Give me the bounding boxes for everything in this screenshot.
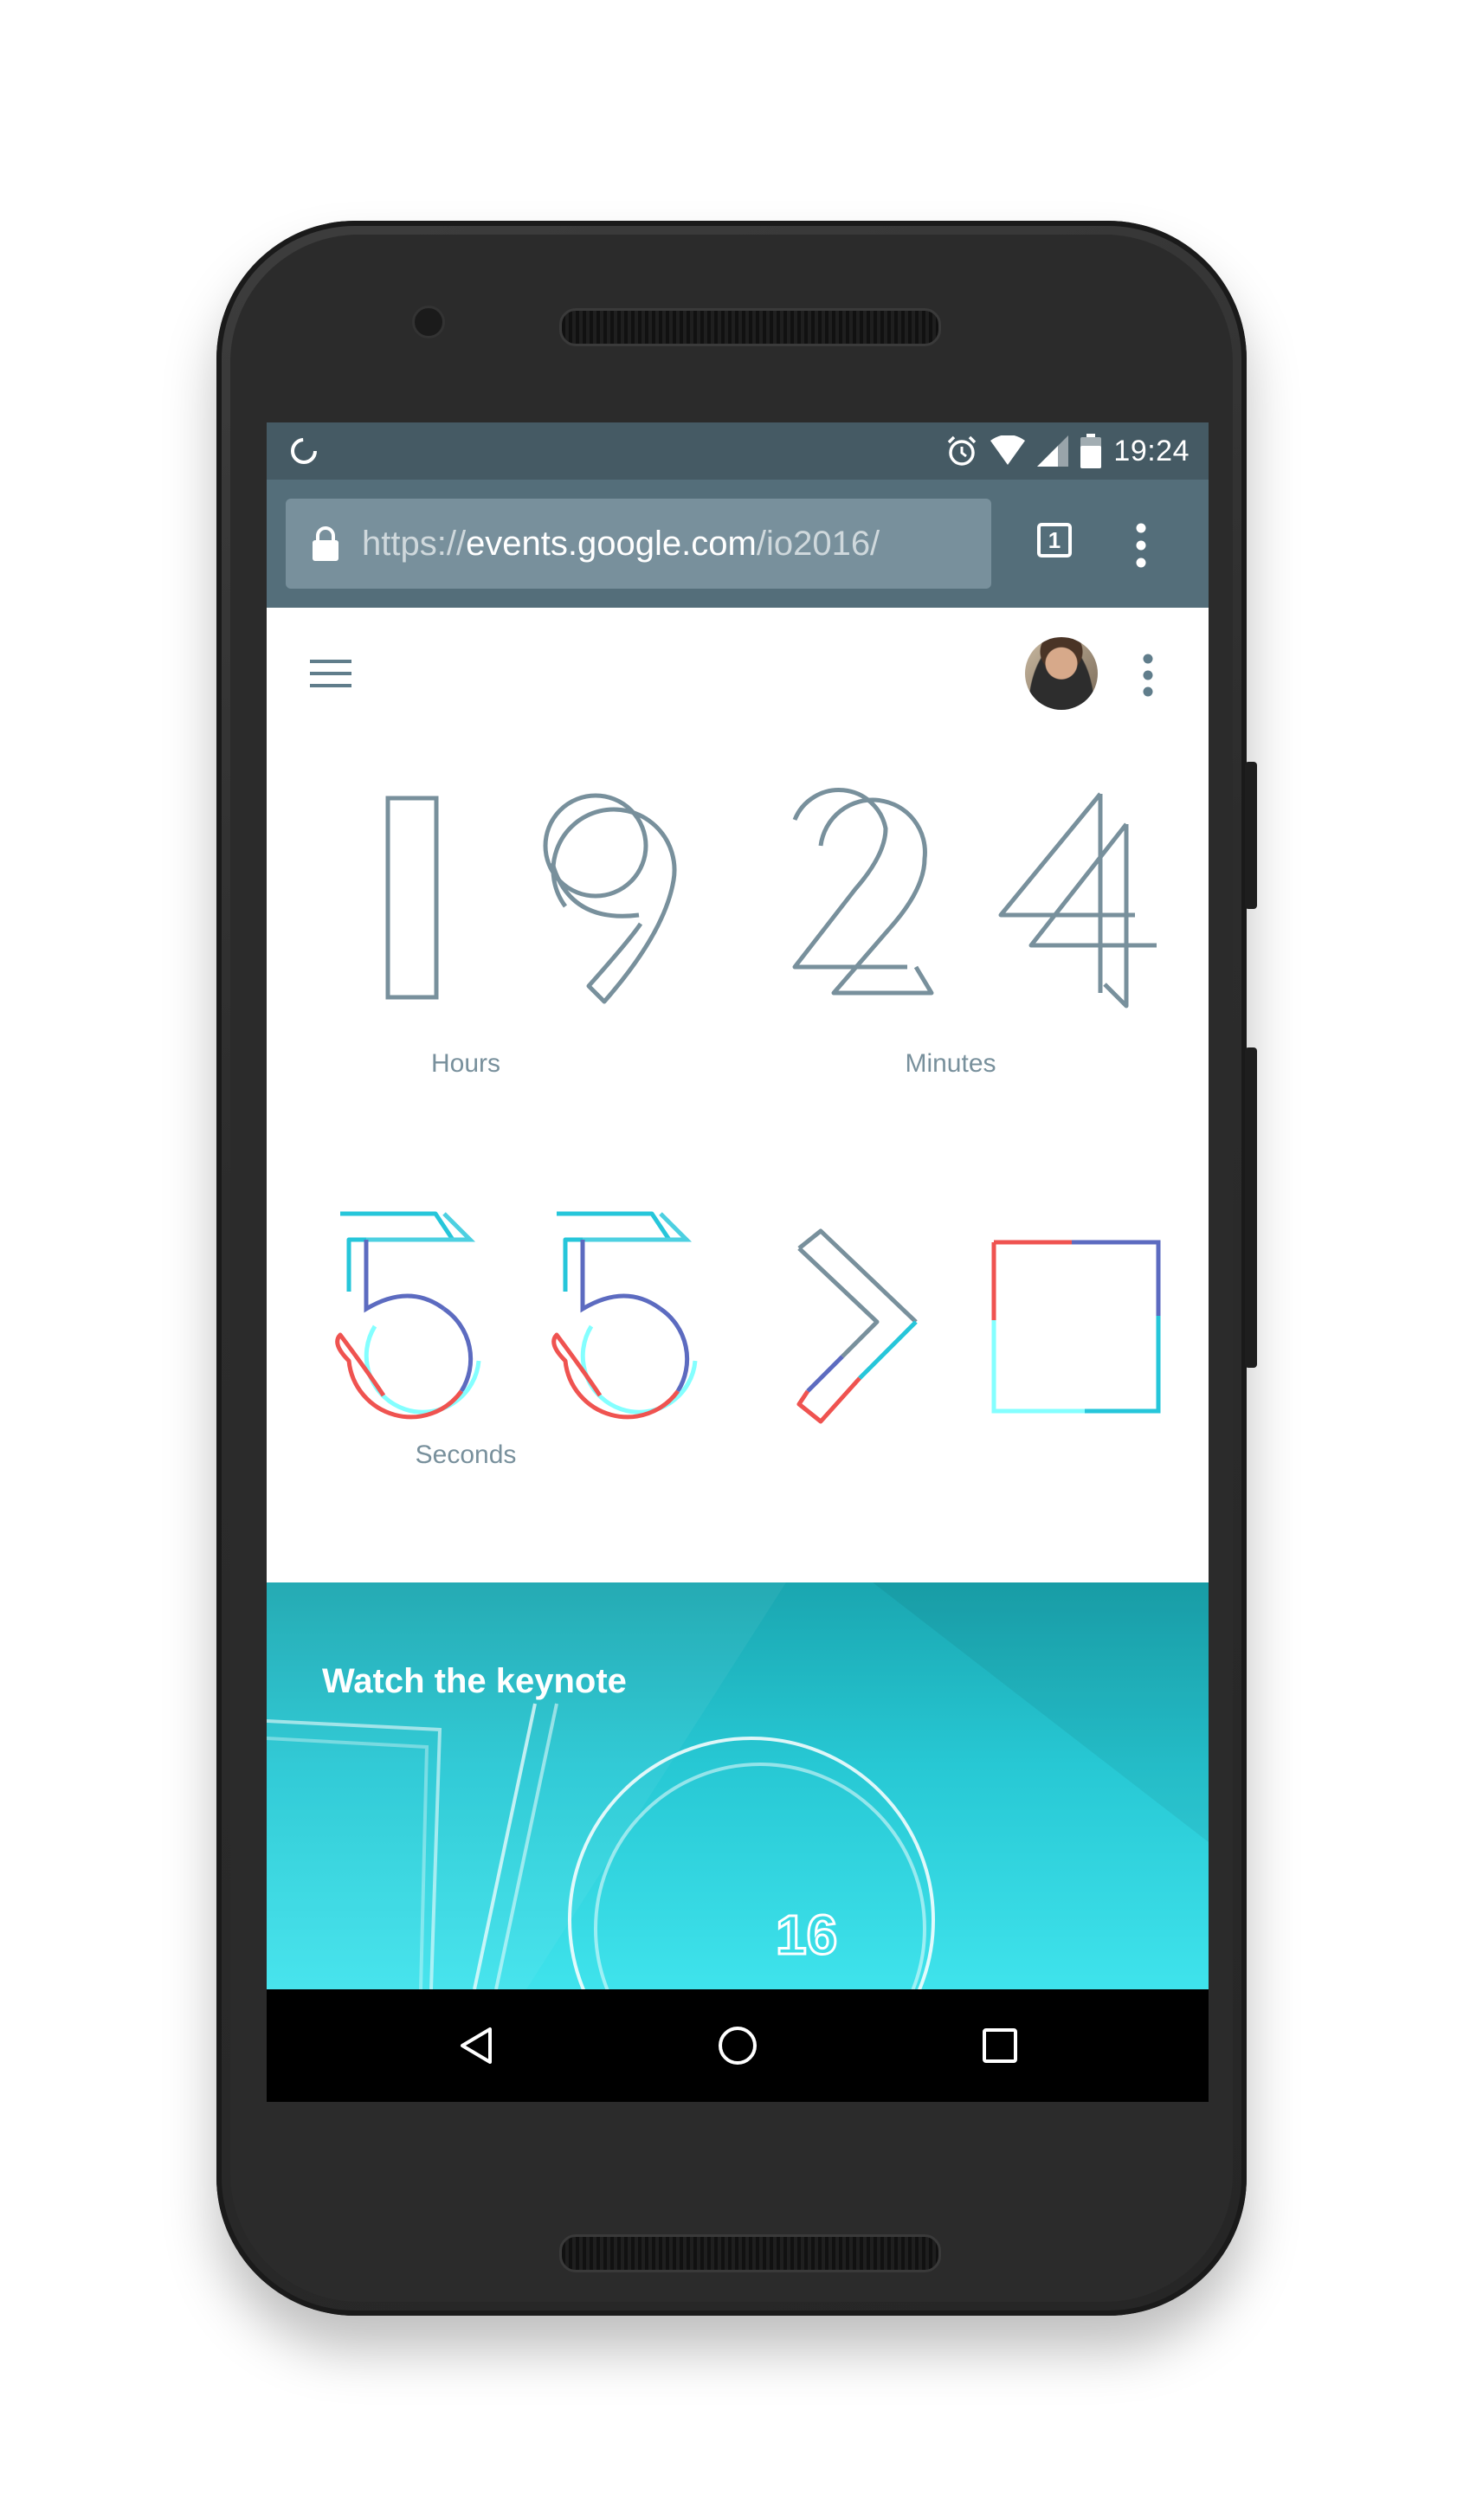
wifi-icon bbox=[990, 435, 1026, 465]
io-logo-graphic bbox=[267, 1582, 1209, 1989]
url-text: https://events.google.com/io2016/ bbox=[362, 525, 880, 564]
tab-count: 1 bbox=[1048, 526, 1061, 553]
site-header bbox=[267, 608, 1209, 738]
io16-badge: 16 bbox=[774, 1903, 838, 1968]
hours-digit-2: 9 bbox=[543, 793, 677, 1004]
url-host: events.google.com bbox=[466, 524, 757, 563]
overflow-menu-icon[interactable] bbox=[1141, 653, 1155, 698]
clock-time: 19:24 bbox=[1113, 434, 1190, 467]
seconds-digit-2: 5 bbox=[551, 1211, 698, 1420]
cellular-signal-icon bbox=[1037, 435, 1069, 467]
chevron-shape-icon bbox=[796, 1228, 918, 1424]
hours-label: Hours bbox=[430, 1049, 501, 1078]
front-camera bbox=[412, 306, 445, 338]
seconds-label: Seconds bbox=[415, 1440, 517, 1469]
home-icon[interactable] bbox=[716, 2024, 759, 2067]
tab-switcher-button[interactable]: 1 bbox=[1037, 523, 1072, 557]
volume-button bbox=[1245, 1047, 1257, 1368]
minutes-digit-1: 2 bbox=[792, 788, 934, 996]
phone-screen: 19:24 https://events.google.com/io2016/ … bbox=[267, 422, 1209, 2102]
recents-icon[interactable] bbox=[978, 2024, 1022, 2067]
user-avatar[interactable] bbox=[1025, 637, 1098, 710]
hamburger-menu-icon[interactable] bbox=[310, 658, 351, 689]
countdown-timer: 1 9 2 4 Hours Minutes 5 bbox=[267, 738, 1209, 1603]
lock-icon bbox=[313, 526, 338, 561]
minutes-label: Minutes bbox=[905, 1049, 996, 1078]
keynote-title: Watch the keynote bbox=[322, 1662, 627, 1700]
browser-toolbar: https://events.google.com/io2016/ 1 bbox=[267, 480, 1209, 608]
url-path: /io2016/ bbox=[756, 524, 880, 563]
square-shape-icon bbox=[991, 1240, 1161, 1414]
status-icons: 19:24 bbox=[945, 422, 1190, 480]
status-bar: 19:24 bbox=[267, 422, 1209, 480]
android-nav-bar bbox=[267, 1989, 1209, 2102]
top-speaker bbox=[559, 308, 941, 346]
battery-icon bbox=[1080, 434, 1102, 468]
url-bar[interactable]: https://events.google.com/io2016/ bbox=[286, 499, 991, 589]
back-icon[interactable] bbox=[455, 2024, 499, 2067]
hours-digit-1: 1 bbox=[385, 796, 439, 1000]
watch-keynote-banner[interactable]: Watch the keynote 16 bbox=[267, 1582, 1209, 1989]
alarm-icon bbox=[948, 435, 977, 466]
minutes-digit-2: 4 bbox=[998, 792, 1157, 1009]
url-scheme: https:// bbox=[362, 524, 467, 563]
bottom-speaker bbox=[559, 2234, 941, 2272]
seconds-digit-1: 5 bbox=[335, 1211, 481, 1420]
browser-menu-icon[interactable] bbox=[1134, 521, 1148, 570]
sync-spinner-icon bbox=[291, 438, 317, 464]
power-button bbox=[1245, 762, 1257, 909]
